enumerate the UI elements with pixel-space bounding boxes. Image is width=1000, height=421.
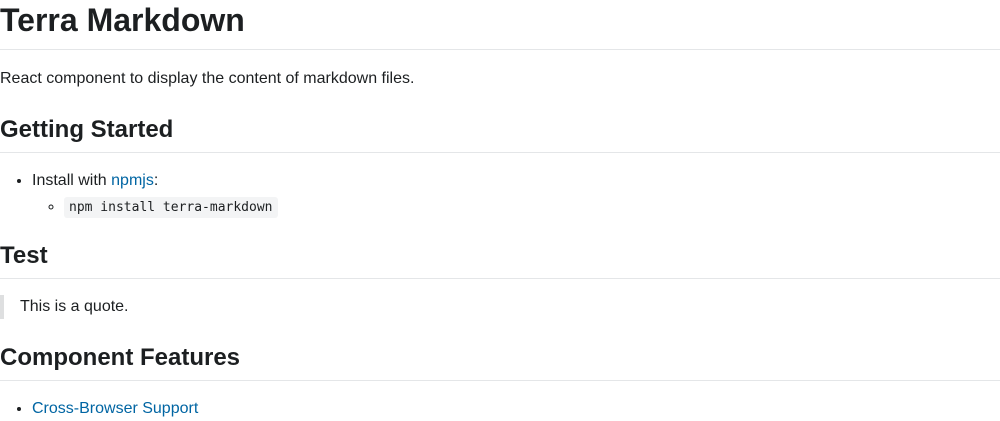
heading-test: Test [0, 241, 1000, 279]
markdown-document: Terra Markdown React component to displa… [0, 0, 1000, 417]
page-title: Terra Markdown [0, 0, 1000, 50]
list-item: Cross-Browser Support [32, 397, 1000, 421]
intro-paragraph: React component to display the content o… [0, 70, 415, 87]
heading-component-features: Component Features [0, 343, 1000, 381]
quote-text: This is a quote. [20, 298, 129, 315]
cross-browser-support-link[interactable]: Cross-Browser Support [32, 400, 198, 417]
install-list: Install with npmjs: npm install terra-ma… [0, 169, 1000, 219]
features-list: Cross-Browser Support [0, 397, 1000, 421]
install-suffix-text: : [153, 172, 159, 189]
install-prefix-text: Install with [32, 172, 112, 189]
list-item: Install with npmjs: npm install terra-ma… [32, 169, 1000, 219]
install-sub-list: npm install terra-markdown [32, 195, 1000, 219]
list-item: npm install terra-markdown [64, 195, 1000, 219]
install-command-code: npm install terra-markdown [64, 197, 278, 218]
heading-getting-started: Getting Started [0, 115, 1000, 153]
npmjs-link[interactable]: npmjs [111, 172, 154, 189]
blockquote: This is a quote. [0, 295, 1000, 319]
